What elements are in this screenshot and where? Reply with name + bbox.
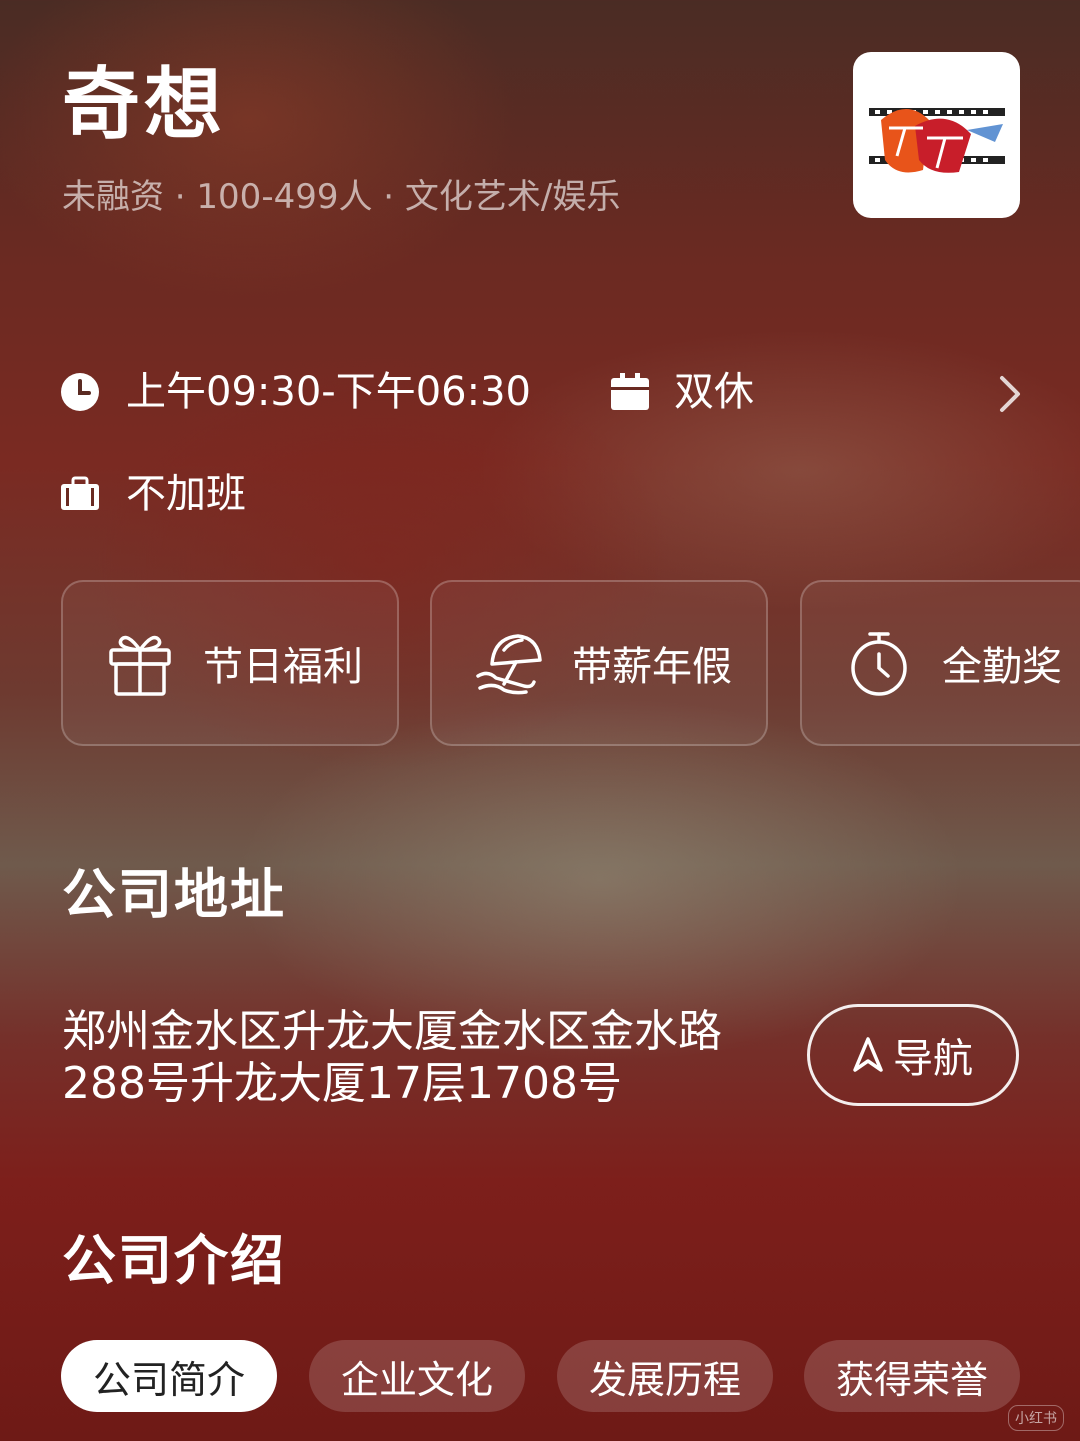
benefit-label: 全勤奖 <box>942 644 1062 690</box>
navigation-button[interactable]: 导航 <box>807 1004 1019 1106</box>
work-hours: 上午09:30-下午06:30 <box>60 372 531 412</box>
tab-company-profile[interactable]: 公司简介 <box>61 1340 277 1412</box>
overtime: 不加班 <box>60 474 246 514</box>
work-hours-text: 上午09:30-下午06:30 <box>126 369 531 415</box>
watermark: 小红书 <box>1008 1405 1064 1431</box>
intro-section-title: 公司介绍 <box>62 1229 286 1292</box>
navigation-arrow-icon <box>853 1037 883 1072</box>
chevron-right-icon[interactable] <box>996 374 1024 414</box>
beach-umbrella-icon <box>476 634 542 695</box>
company-address: 郑州金水区升龙大厦金水区金水路288号升龙大厦17层1708号 <box>62 1006 722 1109</box>
tab-corporate-culture[interactable]: 企业文化 <box>309 1340 525 1412</box>
rest-days-text: 双休 <box>674 369 754 415</box>
company-name: 奇想 <box>62 60 227 150</box>
company-meta: 未融资 · 100-499人 · 文化艺术/娱乐 <box>62 177 621 217</box>
stopwatch-icon <box>851 632 907 696</box>
benefit-card-paid-leave[interactable]: 带薪年假 <box>430 580 768 746</box>
overtime-text: 不加班 <box>126 471 246 517</box>
benefit-card-festival[interactable]: 节日福利 <box>61 580 399 746</box>
address-section-title: 公司地址 <box>62 863 286 926</box>
gift-icon <box>109 635 171 696</box>
tab-history[interactable]: 发展历程 <box>557 1340 773 1412</box>
clock-icon <box>61 373 99 411</box>
navigation-button-label: 导航 <box>893 1036 973 1082</box>
benefit-label: 带薪年假 <box>572 644 732 690</box>
benefit-label: 节日福利 <box>203 644 363 690</box>
qixiang-logo-icon <box>868 108 1005 173</box>
briefcase-icon <box>61 476 99 510</box>
calendar-icon <box>611 373 649 410</box>
benefit-card-attendance[interactable]: 全勤奖 <box>800 580 1080 746</box>
tab-honors[interactable]: 获得荣誉 <box>804 1340 1020 1412</box>
company-logo[interactable] <box>853 52 1020 218</box>
rest-days: 双休 <box>610 372 754 412</box>
